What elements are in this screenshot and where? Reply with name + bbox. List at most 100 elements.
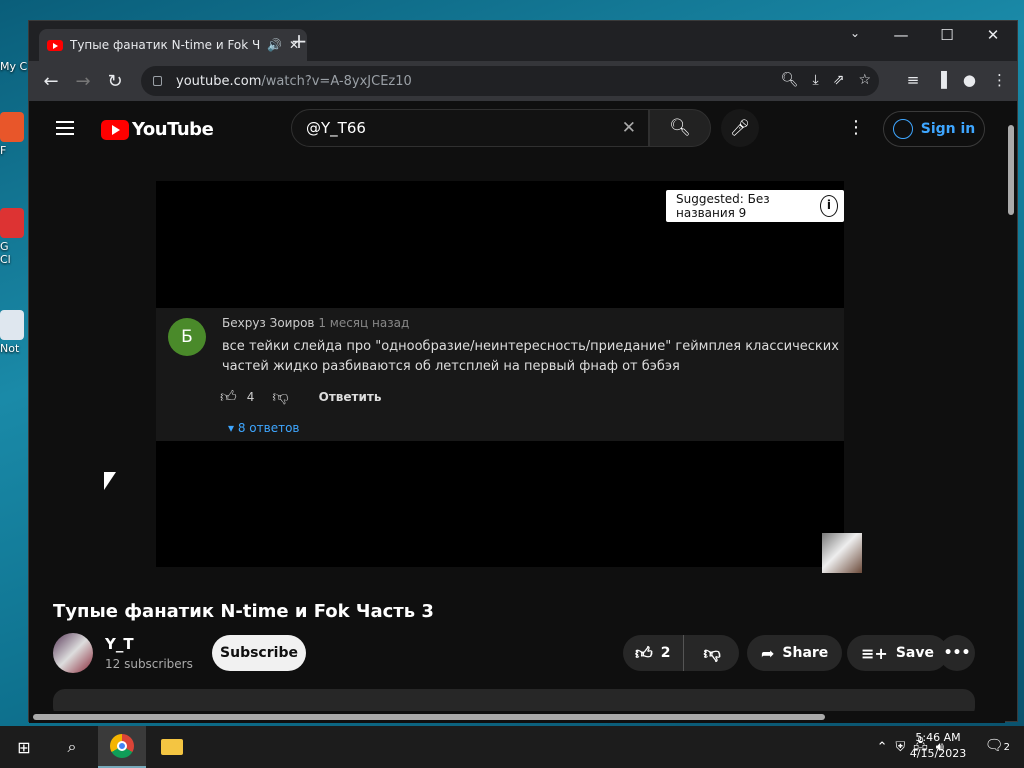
replies-label: 8 ответов <box>237 421 300 435</box>
share-icon: ➦ <box>761 643 775 663</box>
sign-in-label: Sign in <box>920 121 976 137</box>
address-bar[interactable]: youtube.com/watch?v=A-8yxJCEz10 🔍︎ ⤓ ⇗ ☆ <box>141 66 879 96</box>
clear-search-icon[interactable]: ✕ <box>622 118 636 138</box>
side-panel-icon[interactable]: ▐ <box>935 71 947 89</box>
comment-avatar: Б <box>168 318 206 356</box>
desktop-icon-label: Not <box>0 342 20 355</box>
youtube-page: YouTube @Y_T66 ✕ 🔍︎ 🎤︎ ⋮ Sign in Suggest… <box>29 101 1005 711</box>
comment-meta: Бехруз Зоиров 1 месяц назад <box>222 316 409 330</box>
chrome-icon <box>110 734 134 758</box>
like-icon: 👍︎ <box>635 643 653 664</box>
notification-icon: 🗨︎ <box>984 736 1004 754</box>
notification-center-button[interactable]: 🗨︎2 <box>985 736 1010 754</box>
share-label: Share <box>782 645 829 661</box>
folder-icon <box>161 739 183 755</box>
profile-icon[interactable]: ● <box>963 71 976 89</box>
search-icon: ⌕ <box>67 737 77 756</box>
thumb-down-icon: 👎︎ <box>272 387 289 406</box>
guide-menu-icon[interactable] <box>56 121 74 135</box>
file-explorer-button[interactable] <box>148 726 196 768</box>
forward-button[interactable]: → <box>67 71 99 92</box>
more-actions-button[interactable]: ••• <box>939 635 975 671</box>
dislike-button[interactable]: 👎︎ <box>692 643 733 664</box>
install-icon[interactable]: ⤓ <box>813 72 819 88</box>
youtube-logo-text: YouTube <box>132 119 214 140</box>
desktop-icon-chrome[interactable]: G Cl <box>0 208 30 266</box>
microphone-icon: 🎤︎ <box>729 118 751 137</box>
caret-down-icon: ▾ <box>228 421 235 435</box>
info-icon[interactable]: i <box>819 195 838 217</box>
youtube-logo[interactable]: YouTube <box>101 119 214 140</box>
subscribe-button[interactable]: Subscribe <box>212 635 306 671</box>
comment-actions: 👍︎ 4 👎︎ Ответить <box>220 387 381 407</box>
like-count: 2 <box>660 645 671 661</box>
desktop-icon-label: G <box>0 240 9 253</box>
chrome-menu-icon[interactable]: ⋮ <box>992 71 1007 89</box>
tab-search-icon[interactable]: ⌄ <box>835 26 875 40</box>
desktop-icon-label: My C <box>0 60 28 73</box>
search-button[interactable]: 🔍︎ <box>649 109 711 147</box>
url-path: /watch?v=A-8yxJCEz10 <box>261 73 412 89</box>
like-button[interactable]: 👍︎ 2 <box>623 635 684 671</box>
desktop-icon-firefox[interactable]: F <box>0 112 30 157</box>
chrome-desktop-icon <box>0 208 24 238</box>
browser-tab[interactable]: Тупые фанатик N-time и Fok Часть 3 🔊 ✕ <box>39 29 307 61</box>
save-button[interactable]: ≡+ Save <box>847 635 948 671</box>
desktop-icon-notepad[interactable]: Not <box>0 310 30 355</box>
close-window-button[interactable]: ✕ <box>973 26 1013 44</box>
desktop-icon-label: Cl <box>0 253 11 266</box>
settings-menu-icon[interactable]: ⋮ <box>847 117 865 138</box>
speaker-icon[interactable]: 🔊 <box>267 38 282 52</box>
reload-button[interactable]: ↻ <box>99 71 131 92</box>
description-box[interactable] <box>53 689 975 711</box>
dislike-icon: 👎︎ <box>703 643 721 664</box>
back-button[interactable]: ← <box>35 71 67 92</box>
voice-search-button[interactable]: 🎤︎ <box>721 109 759 147</box>
youtube-play-icon <box>101 119 129 140</box>
search-input[interactable]: @Y_T66 ✕ <box>291 109 649 147</box>
vertical-scrollbar[interactable] <box>1005 101 1017 711</box>
maximize-button[interactable]: ☐ <box>927 26 967 44</box>
security-icon[interactable]: ⛨ <box>896 740 906 755</box>
search-taskbar-button[interactable]: ⌕ <box>48 726 96 768</box>
account-icon <box>892 119 913 139</box>
notification-count: 2 <box>1003 742 1010 753</box>
channel-watermark[interactable] <box>822 533 862 573</box>
youtube-masthead: YouTube @Y_T66 ✕ 🔍︎ 🎤︎ ⋮ Sign in <box>29 101 1005 157</box>
share-page-icon[interactable]: ⇗ <box>833 72 845 88</box>
video-frame-comment: Б Бехруз Зоиров 1 месяц назад все тейки … <box>156 308 844 441</box>
horizontal-scroll-thumb[interactable] <box>33 714 825 720</box>
show-hidden-icons[interactable]: ⌃ <box>877 740 888 755</box>
chrome-taskbar-button[interactable] <box>98 726 146 768</box>
save-label: Save <box>895 645 934 661</box>
bookmark-star-icon[interactable]: ☆ <box>858 72 871 88</box>
video-title: Тупые фанатик N-time и Fok Часть 3 <box>53 601 434 622</box>
browser-window: Тупые фанатик N-time и Fok Часть 3 🔊 ✕ +… <box>28 20 1018 723</box>
horizontal-scrollbar[interactable] <box>29 711 1005 723</box>
media-control-icon[interactable]: ≡ <box>907 71 920 89</box>
video-owner-row: Y_T 12 subscribers Subscribe 👍︎ 2 👎︎ ➦ S… <box>53 633 983 673</box>
channel-name[interactable]: Y_T <box>105 635 134 653</box>
video-player[interactable]: Suggested: Без названия 9 i Б Бехруз Зои… <box>156 181 862 573</box>
suggested-card[interactable]: Suggested: Без названия 9 i <box>666 190 844 222</box>
comment-text: все тейки слейда про "однообразие/неинте… <box>222 339 839 374</box>
new-tab-button[interactable]: + <box>287 29 311 53</box>
subscriber-count: 12 subscribers <box>105 657 193 671</box>
desktop-icon-my-computer[interactable]: My C <box>0 60 30 73</box>
minimize-button[interactable]: — <box>881 26 921 44</box>
clock-date: 4/15/2023 <box>909 747 967 760</box>
taskbar: ⊞ ⌕ ⌃ ⛨ 🖧︎ 🔊︎ 5:46 AM 4/15/2023 🗨︎2 <box>0 726 1024 768</box>
system-clock[interactable]: 5:46 AM 4/15/2023 <box>908 730 968 762</box>
vertical-scroll-thumb[interactable] <box>1008 125 1014 215</box>
share-button[interactable]: ➦ Share <box>747 635 843 671</box>
comment-author: Бехруз Зоиров <box>222 316 315 330</box>
sign-in-button[interactable]: Sign in <box>883 111 985 147</box>
desktop-icon-label: F <box>0 144 7 157</box>
save-playlist-icon: ≡+ <box>861 643 888 663</box>
browser-toolbar: ← → ↻ youtube.com/watch?v=A-8yxJCEz10 🔍︎… <box>29 61 1017 101</box>
channel-avatar[interactable] <box>53 633 93 673</box>
like-dislike-group: 👍︎ 2 👎︎ <box>623 635 739 671</box>
reply-label: Ответить <box>318 390 382 404</box>
start-button[interactable]: ⊞ <box>0 726 48 768</box>
zoom-search-icon[interactable]: 🔍︎ <box>781 72 799 88</box>
